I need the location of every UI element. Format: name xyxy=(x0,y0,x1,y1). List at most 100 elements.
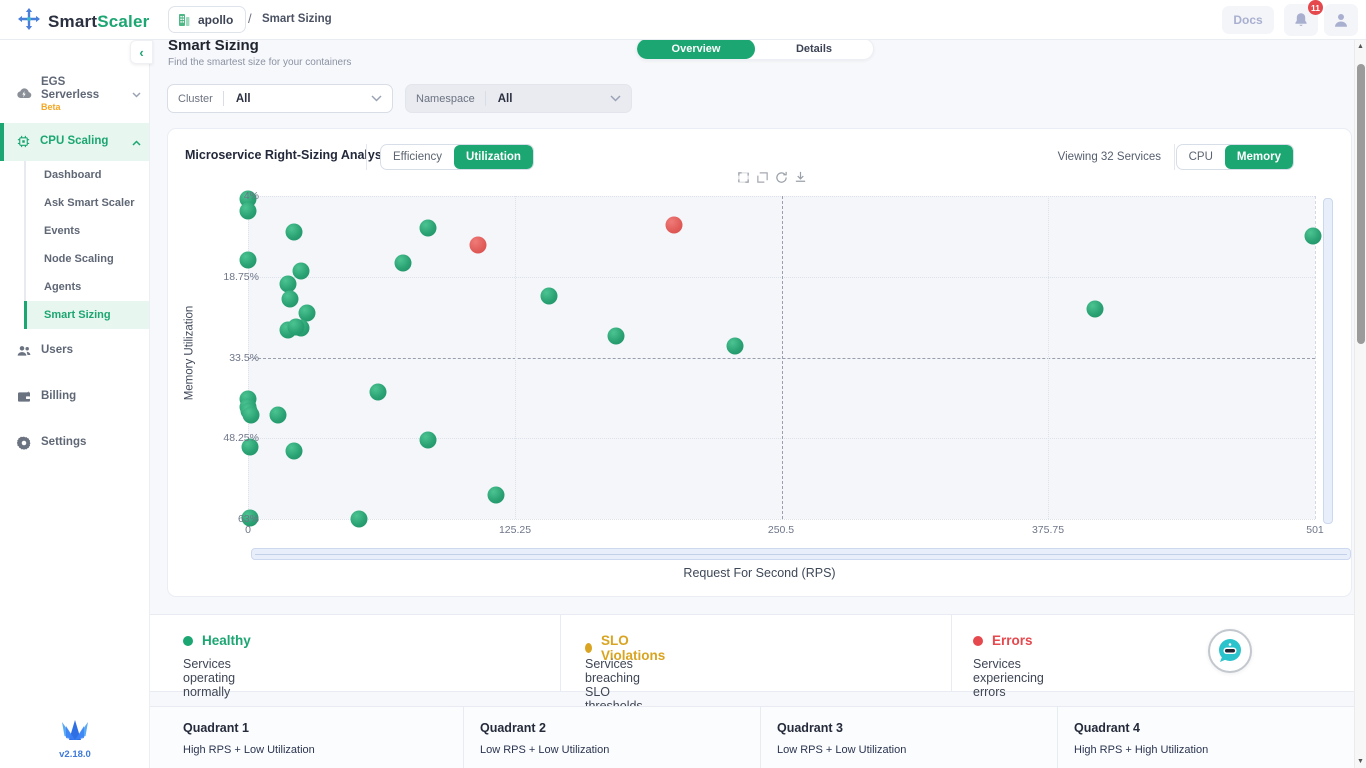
scatter-point[interactable] xyxy=(287,318,304,335)
app-version: v2.18.0 xyxy=(0,720,150,760)
namespace-filter[interactable]: Namespace All xyxy=(405,84,632,113)
sidebar-item-agents[interactable]: Agents xyxy=(26,273,149,301)
x-axis-title: Request For Second (RPS) xyxy=(168,566,1351,580)
scatter-point[interactable] xyxy=(240,202,257,219)
sidebar-item-label: CPU Scaling xyxy=(40,135,108,148)
viewing-services-label: Viewing 32 Services xyxy=(1058,151,1161,163)
scatter-point[interactable] xyxy=(487,486,504,503)
quadrant-desc: Low RPS + Low Utilization xyxy=(777,744,1057,756)
tab-cpu[interactable]: CPU xyxy=(1177,145,1225,169)
gridline xyxy=(248,438,1315,439)
download-icon[interactable] xyxy=(793,170,807,184)
sidebar-item-node-scaling[interactable]: Node Scaling xyxy=(26,245,149,273)
quadrant-desc: Low RPS + Low Utilization xyxy=(480,744,760,756)
scatter-point[interactable] xyxy=(419,219,436,236)
scatter-point[interactable] xyxy=(286,443,303,460)
scatter-point[interactable] xyxy=(727,338,744,355)
y-tick: 18.75% xyxy=(223,271,259,283)
crown-logo-icon xyxy=(60,720,90,742)
scatter-point[interactable] xyxy=(1086,300,1103,317)
scatter-point[interactable] xyxy=(470,237,487,254)
quadrant-card-4: Quadrant 4 High RPS + High Utilization xyxy=(1058,707,1354,768)
sidebar-item-dashboard[interactable]: Dashboard xyxy=(26,161,149,189)
page-scrollbar[interactable]: ▲ ▼ xyxy=(1354,40,1366,768)
divider xyxy=(366,144,367,170)
scatter-point[interactable] xyxy=(369,383,386,400)
scatter-point[interactable] xyxy=(286,224,303,241)
quadrant-title: Quadrant 1 xyxy=(183,721,463,735)
sidebar-item-users[interactable]: Users xyxy=(0,333,149,369)
version-label: v2.18.0 xyxy=(0,749,150,760)
tab-details[interactable]: Details xyxy=(755,39,873,59)
notifications-button[interactable]: 11 xyxy=(1284,4,1318,36)
scroll-down-arrow-icon[interactable]: ▼ xyxy=(1357,758,1364,765)
scatter-point[interactable] xyxy=(242,406,259,423)
restore-icon[interactable] xyxy=(774,170,788,184)
chevron-down-icon xyxy=(610,95,631,102)
efficiency-utilization-toggle: Efficiency Utilization xyxy=(380,144,534,170)
sidebar-item-cpu-scaling[interactable]: CPU Scaling xyxy=(0,123,149,161)
bell-icon xyxy=(1292,11,1310,29)
sidebar-collapse-button[interactable]: ‹ xyxy=(130,40,153,64)
tab-overview[interactable]: Overview xyxy=(637,39,755,59)
gridline xyxy=(248,277,1315,278)
notification-badge: 11 xyxy=(1308,0,1323,15)
cluster-filter[interactable]: Cluster All xyxy=(167,84,393,113)
healthy-dot-icon xyxy=(183,636,193,646)
docs-button[interactable]: Docs xyxy=(1222,6,1274,34)
chatbot-fab-button[interactable] xyxy=(1208,629,1252,673)
sidebar-item-smart-sizing[interactable]: Smart Sizing xyxy=(26,301,149,329)
chevron-down-icon xyxy=(371,95,392,102)
scatter-point[interactable] xyxy=(293,263,310,280)
cpu-scaling-subnav: Dashboard Ask Smart Scaler Events Node S… xyxy=(24,161,149,329)
main-content: Smart Sizing Find the smartest size for … xyxy=(150,40,1354,768)
legend-label: Errors xyxy=(992,633,1033,648)
chart-toolbox xyxy=(736,170,807,184)
scroll-up-arrow-icon[interactable]: ▲ xyxy=(1357,43,1364,50)
gear-icon xyxy=(16,435,32,451)
sidebar-item-label: EGS ServerlessBeta xyxy=(41,76,123,113)
x-tick: 501 xyxy=(1306,524,1324,536)
wallet-icon xyxy=(16,389,32,405)
scatter-point[interactable] xyxy=(1304,227,1321,244)
brand-logo[interactable]: SmartScaler xyxy=(18,8,149,35)
scatter-point[interactable] xyxy=(665,217,682,234)
sidebar-item-settings[interactable]: Settings xyxy=(0,425,149,461)
sidebar-item-events[interactable]: Events xyxy=(26,217,149,245)
datazoom-slider-vertical[interactable] xyxy=(1323,198,1333,524)
cpu-chip-icon xyxy=(16,134,31,149)
gridline xyxy=(248,519,1315,520)
scatter-point[interactable] xyxy=(608,328,625,345)
y-tick: 48.25% xyxy=(223,432,259,444)
scatter-point[interactable] xyxy=(281,290,298,307)
serverless-icon xyxy=(16,86,32,102)
scrollbar-thumb[interactable] xyxy=(1357,64,1365,344)
plot-area[interactable] xyxy=(248,196,1315,519)
zoom-reset-icon[interactable] xyxy=(755,170,769,184)
sidebar-item-egs-serverless[interactable]: EGS ServerlessBeta xyxy=(0,66,149,123)
user-menu-button[interactable] xyxy=(1324,4,1358,36)
quadrant-strip: Quadrant 1 High RPS + Low Utilization Qu… xyxy=(150,706,1354,768)
cpu-memory-toggle: CPU Memory xyxy=(1176,144,1294,170)
scatter-point[interactable] xyxy=(270,406,287,423)
tab-utilization[interactable]: Utilization xyxy=(454,145,533,169)
scatter-point[interactable] xyxy=(540,288,557,305)
scatter-point[interactable] xyxy=(419,432,436,449)
scatter-point[interactable] xyxy=(350,511,367,528)
tab-efficiency[interactable]: Efficiency xyxy=(381,145,454,169)
y-axis-title: Memory Utilization xyxy=(183,306,195,401)
quadrant-title: Quadrant 3 xyxy=(777,721,1057,735)
legend-desc: Services operating normally xyxy=(183,657,235,699)
sidebar-item-billing[interactable]: Billing xyxy=(0,379,149,415)
zoom-select-icon[interactable] xyxy=(736,170,750,184)
scatter-point[interactable] xyxy=(395,254,412,271)
tenant-selector[interactable]: apollo xyxy=(168,6,246,33)
datazoom-slider-horizontal[interactable] xyxy=(251,548,1351,560)
legend-label: Healthy xyxy=(202,633,251,648)
tab-memory[interactable]: Memory xyxy=(1225,145,1293,169)
sidebar-item-label: Users xyxy=(41,344,73,357)
scatter-point[interactable] xyxy=(240,252,257,269)
sidebar-item-ask-smart-scaler[interactable]: Ask Smart Scaler xyxy=(26,189,149,217)
gridline xyxy=(515,196,516,519)
crosshair-horizontal xyxy=(248,358,1315,359)
